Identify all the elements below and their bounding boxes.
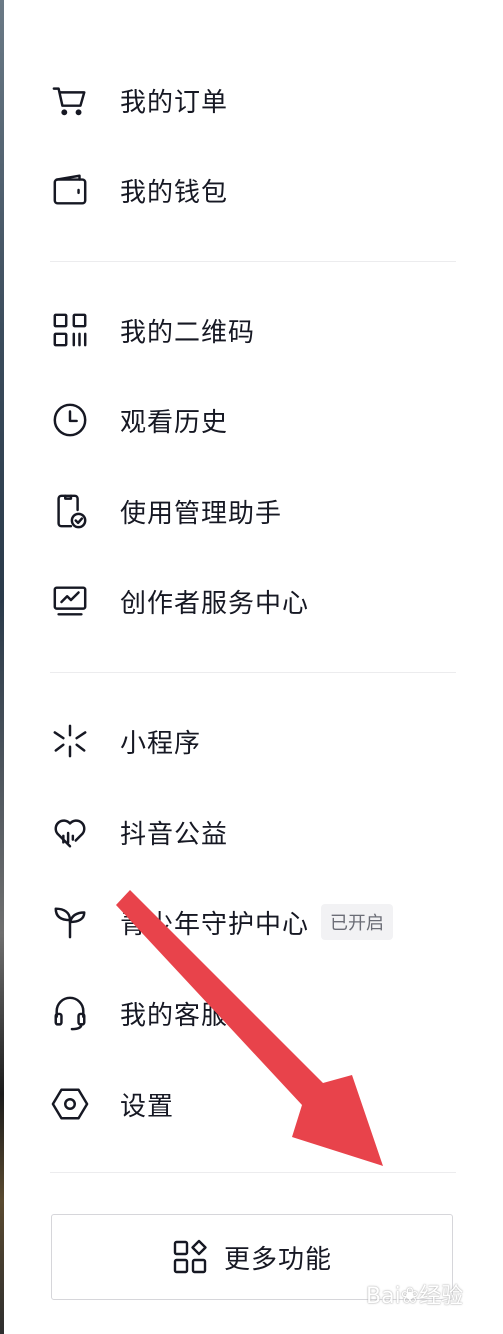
menu-item-mini-program[interactable]: 小程序 [50,711,460,771]
status-badge: 已开启 [321,904,394,940]
divider [50,672,456,673]
menu-label-usage-assistant: 使用管理助手 [120,498,283,529]
menu-item-usage-assistant[interactable]: 使用管理助手 [50,481,460,541]
menu-label-qr-code: 我的二维码 [120,317,256,348]
menu-label-youth-guardian: 青少年守护中心 [120,909,310,940]
menu-item-orders[interactable]: 我的订单 [50,70,460,130]
menu-label-wallet: 我的钱包 [120,177,229,208]
menu-item-history[interactable]: 观看历史 [50,390,460,450]
sprout-icon [50,902,90,942]
mini-program-icon [50,721,90,761]
menu-label-charity: 抖音公益 [120,819,229,850]
menu-item-creator-center[interactable]: 创作者服务中心 [50,571,460,631]
menu-item-wallet[interactable]: 我的钱包 [50,160,460,220]
menu-item-settings[interactable]: 设置 [50,1074,460,1134]
menu-item-customer-service[interactable]: 我的客服 [50,983,460,1043]
menu-label-orders: 我的订单 [120,87,229,118]
menu-label-history: 观看历史 [120,407,229,438]
headset-icon [50,993,90,1033]
wallet-icon [50,170,90,210]
menu-label-mini-program: 小程序 [120,728,202,759]
clock-icon [50,400,90,440]
divider [50,261,456,262]
qr-code-icon [50,310,90,350]
menu-item-qr-code[interactable]: 我的二维码 [50,300,460,360]
cart-icon [50,80,90,120]
divider [50,1172,456,1173]
hexagon-settings-icon [50,1084,90,1124]
watermark: Bai❀经验 [366,1284,464,1309]
more-features-label: 更多功能 [223,1244,332,1275]
heart-charity-icon [50,812,90,852]
menu-label-settings: 设置 [120,1091,175,1122]
phone-check-icon [50,491,90,531]
menu-label-creator-center: 创作者服务中心 [120,588,310,619]
menu-item-youth-guardian[interactable]: 青少年守护中心 已开启 [50,892,460,952]
grid-apps-icon [172,1239,208,1275]
menu-item-charity[interactable]: 抖音公益 [50,802,460,862]
monitor-chart-icon [50,581,90,621]
menu-label-customer-service: 我的客服 [120,1000,229,1031]
side-menu-panel: 我的订单 我的钱包 我的二维码 观看历史 使用管理助手 创作者服务中心 小程序 … [4,0,503,1334]
